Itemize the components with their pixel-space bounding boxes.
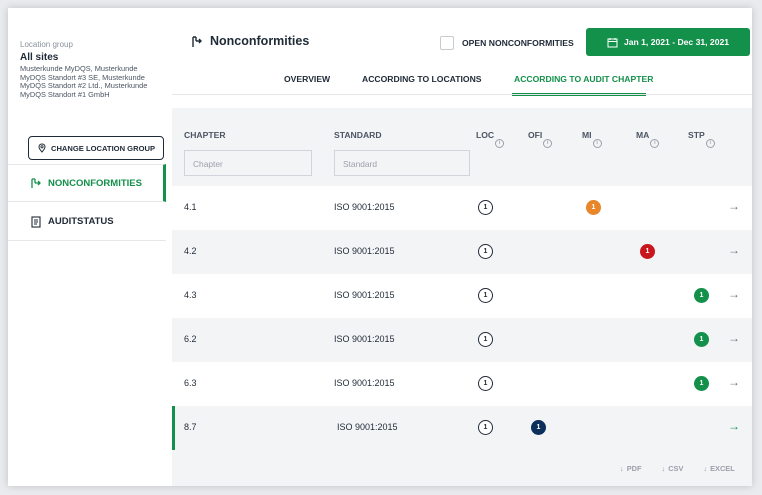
nonconformity-icon [31, 178, 41, 188]
page-title-text: Nonconformities [210, 34, 310, 48]
sidebar: Location group All sites Musterkunde MyD… [8, 8, 166, 486]
header: Nonconformities OPEN NONCONFORMITIES Jan… [172, 8, 752, 108]
column-header-loc[interactable]: LOCi [476, 130, 505, 148]
arrow-right-icon[interactable]: → [728, 243, 740, 257]
sidebar-item-label: AUDITSTATUS [48, 216, 114, 227]
info-icon[interactable]: i [495, 138, 505, 148]
arrow-right-icon[interactable]: → [728, 199, 740, 213]
column-header-ofi-label: OFI [528, 130, 543, 140]
location-pin-icon [38, 143, 46, 153]
export-csv-button[interactable]: ↓ CSV [662, 464, 684, 473]
loc-count-badge: 1 [478, 288, 493, 303]
tab-according-to-locations[interactable]: ACCORDING TO LOCATIONS [362, 74, 482, 84]
download-icon: ↓ [661, 464, 666, 473]
arrow-right-icon[interactable]: → [728, 419, 740, 433]
download-icon: ↓ [620, 464, 624, 473]
page-title: Nonconformities [190, 34, 309, 48]
table-header: CHAPTER STANDARD LOCi OFIi MIi MAi STPi … [172, 116, 752, 186]
table-row[interactable]: 6.2 ISO 9001:2015 1 1 → [172, 318, 752, 362]
sidebar-item-auditstatus[interactable]: AUDITSTATUS [8, 203, 166, 241]
stp-count-badge: 1 [694, 288, 709, 303]
info-icon[interactable]: i [592, 138, 602, 148]
row-standard: ISO 9001:2015 [334, 290, 395, 300]
row-standard: ISO 9001:2015 [334, 246, 395, 256]
arrow-right-icon[interactable]: → [728, 331, 740, 345]
row-standard: ISO 9001:2015 [334, 202, 395, 212]
info-icon[interactable]: i [650, 138, 660, 148]
location-group-sites: Musterkunde MyDQS, Musterkunde MyDQS Sta… [20, 64, 148, 99]
stp-count-badge: 1 [694, 376, 709, 391]
export-pdf-label: PDF [626, 464, 642, 473]
column-header-ma-label: MA [636, 130, 650, 140]
row-chapter: 4.3 [184, 290, 197, 300]
open-nonconformities-toggle[interactable]: OPEN NONCONFORMITIES [440, 36, 574, 50]
standard-filter-input[interactable]: Standard [334, 150, 470, 176]
calendar-icon [607, 37, 618, 47]
open-nonconformities-checkbox[interactable] [440, 36, 454, 50]
column-header-stp-label: STP [688, 130, 705, 140]
sidebar-item-nonconformities[interactable]: NONCONFORMITIES [8, 164, 166, 202]
info-icon[interactable]: i [705, 138, 715, 148]
column-header-chapter[interactable]: CHAPTER [184, 130, 226, 140]
column-header-mi-label: MI [582, 130, 592, 140]
tab-according-to-audit-chapter[interactable]: ACCORDING TO AUDIT CHAPTER [514, 74, 653, 84]
export-excel-button[interactable]: ↓ EXCEL [703, 464, 734, 473]
column-header-mi[interactable]: MIi [582, 130, 602, 148]
column-header-ofi[interactable]: OFIi [528, 130, 553, 148]
info-icon[interactable]: i [543, 138, 553, 148]
ma-count-badge: 1 [640, 244, 655, 259]
table-row[interactable]: 4.3 ISO 9001:2015 1 1 → [172, 274, 752, 318]
export-csv-label: CSV [668, 464, 684, 473]
change-location-group-button[interactable]: CHANGE LOCATION GROUP [28, 136, 164, 160]
date-range-label: Jan 1, 2021 - Dec 31, 2021 [623, 37, 730, 47]
row-chapter: 4.2 [184, 246, 197, 256]
arrow-right-icon[interactable]: → [728, 375, 740, 389]
download-icon: ↓ [703, 464, 708, 473]
date-range-button[interactable]: Jan 1, 2021 - Dec 31, 2021 [586, 28, 750, 56]
column-header-ma[interactable]: MAi [636, 130, 660, 148]
loc-count-badge: 1 [478, 244, 493, 259]
table-row[interactable]: 6.3 ISO 9001:2015 1 1 → [172, 362, 752, 406]
row-standard: ISO 9001:2015 [334, 334, 395, 344]
loc-count-badge: 1 [478, 200, 493, 215]
nonconformity-icon [192, 36, 202, 47]
row-standard: ISO 9001:2015 [334, 378, 395, 388]
open-nonconformities-label: OPEN NONCONFORMITIES [462, 38, 574, 48]
location-group-label: Location group [20, 40, 73, 49]
row-chapter: 6.2 [184, 334, 197, 344]
loc-count-badge: 1 [478, 420, 493, 435]
row-chapter: 6.3 [184, 378, 197, 388]
arrow-right-icon[interactable]: → [728, 287, 740, 301]
export-excel-label: EXCEL [710, 464, 735, 473]
column-header-standard[interactable]: STANDARD [334, 130, 382, 140]
export-bar: ↓ PDF ↓ CSV ↓ EXCEL [620, 464, 735, 473]
loc-count-badge: 1 [478, 376, 493, 391]
row-chapter: 8.7 [184, 422, 197, 432]
ofi-count-badge: 1 [531, 420, 546, 435]
divider [172, 94, 752, 95]
main-content: Nonconformities OPEN NONCONFORMITIES Jan… [172, 8, 752, 486]
document-list-icon [31, 215, 41, 228]
column-header-loc-label: LOC [476, 130, 495, 140]
table-row[interactable]: 4.1 ISO 9001:2015 1 1 → [172, 186, 752, 230]
tab-overview[interactable]: OVERVIEW [284, 74, 330, 84]
app-window: Location group All sites Musterkunde MyD… [8, 8, 752, 486]
export-pdf-button[interactable]: ↓ PDF [620, 464, 642, 473]
mi-count-badge: 1 [586, 200, 601, 215]
row-chapter: 4.1 [184, 202, 197, 212]
row-standard: ISO 9001:2015 [337, 422, 398, 432]
chapter-filter-input[interactable]: Chapter [184, 150, 312, 176]
sidebar-item-label: NONCONFORMITIES [48, 177, 142, 189]
stp-count-badge: 1 [694, 332, 709, 347]
tab-bar: OVERVIEW ACCORDING TO LOCATIONS ACCORDIN… [172, 74, 752, 96]
table-row[interactable]: 4.2 ISO 9001:2015 1 1 → [172, 230, 752, 274]
location-group-title: All sites [20, 52, 59, 63]
loc-count-badge: 1 [478, 332, 493, 347]
column-header-stp[interactable]: STPi [688, 130, 715, 148]
change-location-group-label: CHANGE LOCATION GROUP [50, 143, 156, 153]
table-row-selected[interactable]: 8.7 ISO 9001:2015 1 1 → [172, 406, 752, 450]
